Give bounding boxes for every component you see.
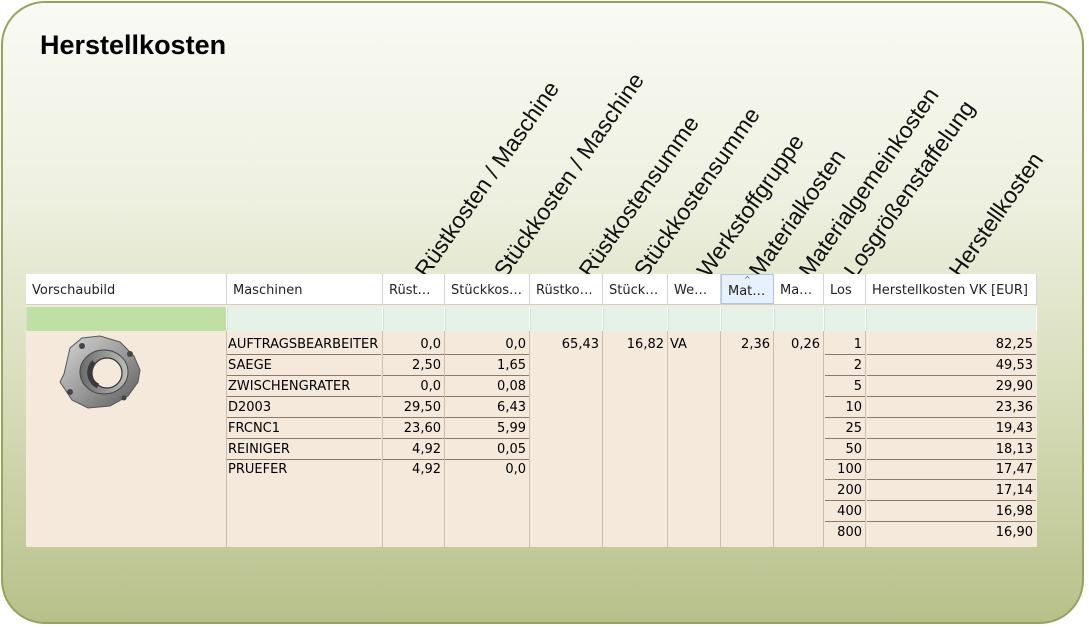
col-header-unit-cost[interactable]: Stückkos… [445,274,530,304]
filter-unit-sum[interactable] [603,307,668,331]
machine-setup-cost[interactable]: 29,50 [383,398,444,418]
machine-setup-cost[interactable]: 2,50 [383,356,444,376]
filter-preview[interactable] [26,307,227,331]
lot-size[interactable]: 200 [825,481,865,501]
machine-setup-cost[interactable]: 4,92 [383,440,444,460]
lot-cost[interactable]: 18,13 [867,440,1036,460]
lot-size[interactable]: 5 [825,377,865,397]
machine-name[interactable]: SAEGE [227,356,381,376]
filter-material-cost[interactable] [721,307,774,331]
lot-size[interactable]: 800 [825,523,865,543]
setup-cost-sum[interactable]: 65,43 [530,335,602,355]
material-group[interactable]: VA [669,335,720,355]
col-header-setup-cost[interactable]: Rüst… [383,274,445,304]
filter-material-overhead[interactable] [774,307,824,331]
machine-unit-cost[interactable]: 1,65 [445,356,529,376]
filter-lot[interactable] [824,307,866,331]
lot-size[interactable]: 50 [825,440,865,460]
machine-unit-cost[interactable]: 5,99 [445,419,529,439]
lot-cost[interactable]: 16,90 [867,523,1036,543]
lot-cost[interactable]: 49,53 [867,356,1036,376]
filter-material-group[interactable] [668,307,721,331]
lot-size[interactable]: 2 [825,356,865,376]
lot-size[interactable]: 100 [825,460,865,480]
col-divider [823,331,824,547]
col-header-material-cost[interactable]: ^ Mat… [721,274,774,304]
lot-cost[interactable]: 16,98 [867,502,1036,522]
machine-name[interactable]: PRUEFER [227,460,381,480]
page-title: Herstellkosten [40,30,227,60]
filter-manufacturing-cost[interactable] [866,307,1037,331]
col-header-machines[interactable]: Maschinen [227,274,383,304]
lot-cost[interactable]: 29,90 [867,377,1036,397]
filter-row [26,307,1037,331]
col-header-lot[interactable]: Los [824,274,866,304]
col-header-material-overhead[interactable]: Ma… [774,274,824,304]
col-divider [865,331,866,547]
machine-name[interactable]: D2003 [227,398,381,418]
col-header-preview[interactable]: Vorschaubild [26,274,227,304]
lot-cost[interactable]: 17,47 [867,460,1036,480]
machine-unit-cost[interactable]: 0,08 [445,377,529,397]
machine-name[interactable]: FRCNC1 [227,419,381,439]
col-header-material-cost-label: Mat… [728,284,766,299]
col-header-material-group[interactable]: We… [668,274,721,304]
material-cost[interactable]: 2,36 [721,335,773,355]
lot-size[interactable]: 400 [825,502,865,522]
machine-unit-cost[interactable]: 0,0 [445,460,529,480]
part-preview-image[interactable] [54,334,146,410]
filter-setup-cost[interactable] [383,307,445,331]
col-divider [529,331,530,547]
lot-cost[interactable]: 17,14 [867,481,1036,501]
col-header-setup-sum[interactable]: Rüstko… [530,274,603,304]
col-header-unit-sum[interactable]: Stück… [603,274,668,304]
machine-setup-cost[interactable]: 0,0 [383,335,444,355]
lot-size[interactable]: 1 [825,335,865,355]
machine-setup-cost[interactable]: 4,92 [383,460,444,480]
lot-cost[interactable]: 82,25 [867,335,1036,355]
col-divider [773,331,774,547]
machine-unit-cost[interactable]: 0,05 [445,440,529,460]
machine-unit-cost[interactable]: 6,43 [445,398,529,418]
col-divider [720,331,721,547]
lot-cost[interactable]: 19,43 [867,419,1036,439]
sort-ascending-icon: ^ [744,275,751,284]
material-overhead[interactable]: 0,26 [774,335,823,355]
lot-size[interactable]: 25 [825,419,865,439]
cost-grid: Vorschaubild Maschinen Rüst… Stückkos… R… [26,274,1037,547]
machine-name[interactable]: ZWISCHENGRATER [227,377,381,397]
machine-name[interactable]: AUFTRAGSBEARBEITER [227,335,381,355]
unit-cost-sum[interactable]: 16,82 [603,335,667,355]
lot-cost[interactable]: 23,36 [867,398,1036,418]
filter-machines[interactable] [227,307,383,331]
filter-unit-cost[interactable] [445,307,530,331]
machine-setup-cost[interactable]: 23,60 [383,419,444,439]
machine-unit-cost[interactable]: 0,0 [445,335,529,355]
col-divider [667,331,668,547]
col-header-manufacturing-cost[interactable]: Herstellkosten VK [EUR] [866,274,1037,304]
col-divider [602,331,603,547]
machine-name[interactable]: REINIGER [227,440,381,460]
lot-size[interactable]: 10 [825,398,865,418]
filter-setup-sum[interactable] [530,307,603,331]
machine-setup-cost[interactable]: 0,0 [383,377,444,397]
grid-header: Vorschaubild Maschinen Rüst… Stückkos… R… [26,274,1037,305]
